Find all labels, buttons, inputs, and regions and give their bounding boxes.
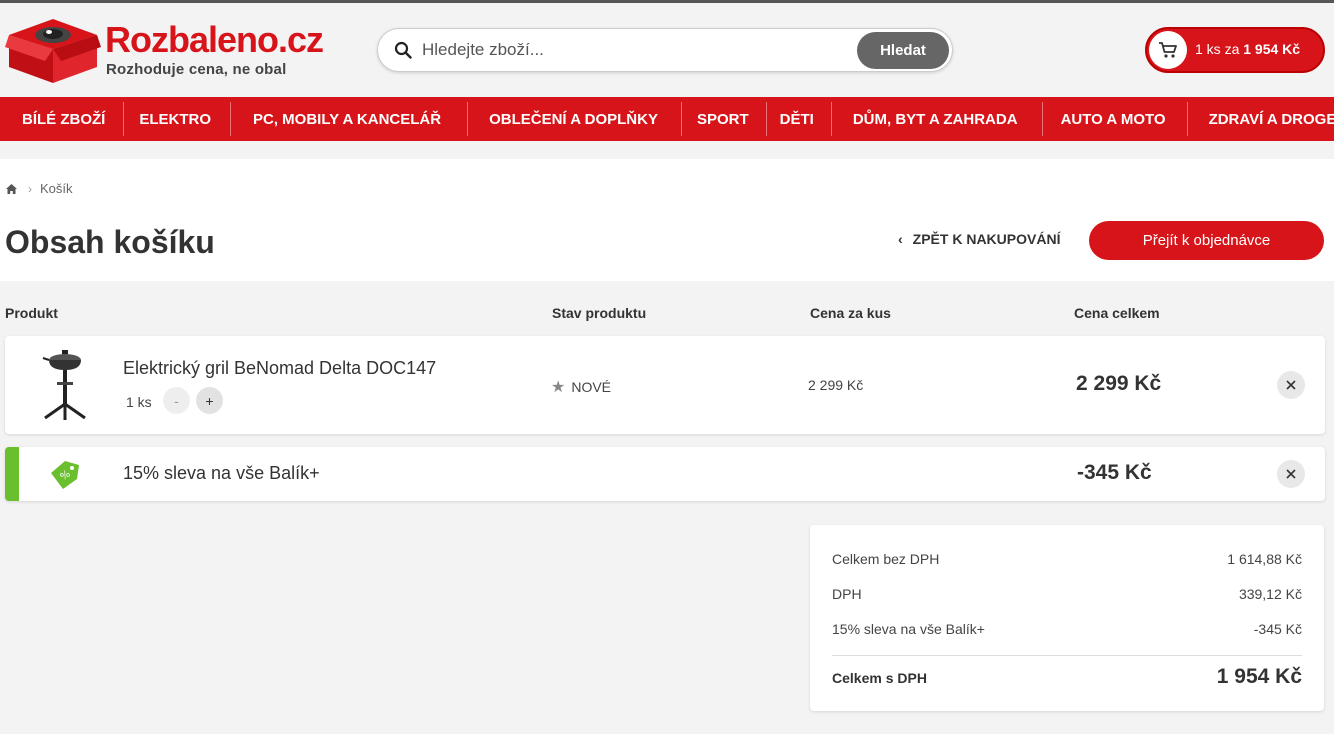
column-header-condition: Stav produktu: [552, 305, 647, 321]
column-header-unit-price: Cena za kus: [810, 305, 891, 321]
nav-item-sport[interactable]: SPORT: [682, 102, 767, 136]
breadcrumb-current: Košík: [40, 181, 73, 196]
summary-divider: [832, 655, 1302, 656]
page-header-panel: [0, 159, 1334, 281]
close-icon: [1286, 469, 1296, 479]
breadcrumb: › Košík: [5, 181, 73, 196]
back-to-shopping-link[interactable]: ‹ ZPĚT K NAKUPOVÁNÍ: [898, 231, 1060, 247]
summary-value: -345 Kč: [1253, 621, 1302, 637]
summary-row-without-vat: Celkem bez DPH 1 614,88 Kč: [832, 551, 1302, 567]
nav-item-elektro[interactable]: ELEKTRO: [124, 102, 231, 136]
column-header-product: Produkt: [5, 305, 58, 321]
cart-button[interactable]: 1 ks za 1 954 Kč: [1145, 27, 1325, 73]
main-nav: BÍLÉ ZBOŽÍ ELEKTRO PC, MOBILY A KANCELÁŘ…: [0, 97, 1334, 141]
summary-label: Celkem bez DPH: [832, 551, 940, 567]
close-icon: [1286, 380, 1296, 390]
nav-item-dum-byt[interactable]: DŮM, BYT A ZAHRADA: [832, 102, 1043, 136]
quantity-decrease-button[interactable]: -: [163, 387, 190, 414]
discount-tag-icon: %: [51, 461, 79, 489]
search-icon: [394, 41, 412, 59]
nav-item-bile-zbozi[interactable]: BÍLÉ ZBOŽÍ: [0, 102, 125, 136]
column-header-total-price: Cena celkem: [1074, 305, 1160, 321]
cart-summary: 1 ks za 1 954 Kč: [1195, 41, 1300, 57]
cart-prefix: 1 ks za: [1195, 41, 1240, 57]
summary-value: 339,12 Kč: [1238, 586, 1302, 602]
summary-label: 15% sleva na vše Balík+: [832, 621, 985, 637]
remove-discount-button[interactable]: [1277, 460, 1305, 488]
unit-price: 2 299 Kč: [808, 377, 864, 393]
condition-label: NOVÉ: [571, 379, 612, 395]
star-icon: ★: [551, 379, 566, 396]
proceed-to-order-button[interactable]: Přejít k objednávce: [1089, 221, 1324, 260]
remove-item-button[interactable]: [1277, 371, 1305, 399]
cart-item-row: Elektrický gril BeNomad Delta DOC147 1 k…: [5, 336, 1325, 434]
quantity-value: 1 ks: [126, 394, 152, 410]
product-condition: ★ NOVÉ: [551, 377, 611, 397]
nav-item-auto-moto[interactable]: AUTO A MOTO: [1043, 102, 1188, 136]
summary-row-discount: 15% sleva na vše Balík+ -345 Kč: [832, 621, 1302, 637]
logo-tagline: Rozhoduje cena, ne obal: [106, 61, 287, 78]
order-summary: Celkem bez DPH 1 614,88 Kč DPH 339,12 Kč…: [810, 525, 1324, 711]
home-icon[interactable]: [5, 183, 18, 195]
breadcrumb-separator-icon: ›: [28, 181, 32, 196]
page-title: Obsah košíku: [5, 224, 215, 260]
cart-icon: [1159, 42, 1177, 58]
summary-row-vat: DPH 339,12 Kč: [832, 586, 1302, 602]
product-image[interactable]: [35, 348, 95, 422]
summary-total-label: Celkem s DPH: [832, 670, 927, 686]
search-button[interactable]: Hledat: [857, 32, 949, 69]
quantity-increase-button[interactable]: +: [196, 387, 223, 414]
summary-value: 1 614,88 Kč: [1227, 551, 1302, 567]
logo-name: Rozbaleno.cz: [105, 19, 324, 60]
nav-item-zdravi[interactable]: ZDRAVÍ A DROGERIE: [1188, 102, 1334, 136]
site-header: Rozbaleno.cz Rozhoduje cena, ne obal Hle…: [0, 3, 1334, 97]
discount-row: % 15% sleva na vše Balík+ -345 Kč: [5, 447, 1325, 501]
summary-total-value: 1 954 Kč: [1216, 665, 1302, 688]
nav-item-pc-mobily[interactable]: PC, MOBILY A KANCELÁŘ: [231, 102, 469, 136]
search-bar: Hledat: [377, 28, 953, 72]
search-input[interactable]: [422, 31, 842, 69]
item-total-price: 2 299 Kč: [1076, 372, 1162, 395]
back-link-label: ZPĚT K NAKUPOVÁNÍ: [912, 231, 1061, 247]
box-logo-icon: [5, 19, 101, 83]
logo[interactable]: Rozbaleno.cz Rozhoduje cena, ne obal: [5, 17, 324, 85]
nav-item-deti[interactable]: DĚTI: [767, 102, 832, 136]
product-name-link[interactable]: Elektrický gril BeNomad Delta DOC147: [123, 358, 436, 379]
discount-name: 15% sleva na vše Balík+: [123, 463, 320, 483]
chevron-left-icon: ‹: [898, 231, 903, 247]
discount-amount: -345 Kč: [1077, 461, 1152, 484]
cart-amount: 1 954 Kč: [1243, 41, 1301, 57]
cart-icon-wrap: [1149, 31, 1187, 69]
summary-label: DPH: [832, 586, 862, 602]
nav-item-obleceni[interactable]: OBLEČENÍ A DOPLŇKY: [468, 102, 682, 136]
